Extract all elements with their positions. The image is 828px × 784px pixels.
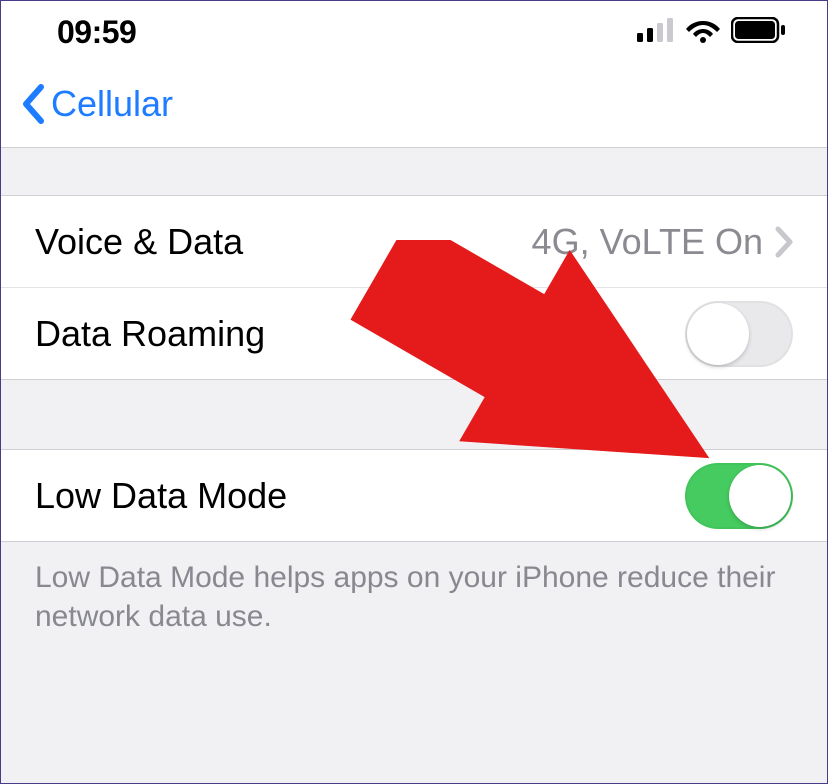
- row-data-roaming: Data Roaming: [1, 288, 827, 380]
- toggle-knob: [687, 303, 749, 365]
- back-chevron-icon[interactable]: [19, 83, 49, 125]
- battery-icon: [731, 17, 787, 48]
- status-bar: 09:59: [1, 1, 827, 65]
- status-icons: [637, 17, 787, 48]
- footer-help-text: Low Data Mode helps apps on your iPhone …: [1, 542, 827, 783]
- toggle-knob: [729, 465, 791, 527]
- settings-group-1: Voice & Data 4G, VoLTE On Data Roaming: [1, 196, 827, 380]
- settings-screen: 09:59: [0, 0, 828, 784]
- row-label: Low Data Mode: [35, 475, 287, 517]
- chevron-right-icon: [775, 226, 793, 258]
- back-label[interactable]: Cellular: [51, 83, 173, 125]
- row-right: 4G, VoLTE On: [532, 221, 793, 263]
- row-value: 4G, VoLTE On: [532, 221, 763, 263]
- row-label: Voice & Data: [35, 221, 243, 263]
- settings-group-2: Low Data Mode: [1, 450, 827, 542]
- status-time: 09:59: [57, 14, 136, 51]
- row-low-data-mode: Low Data Mode: [1, 450, 827, 542]
- row-label: Data Roaming: [35, 313, 265, 355]
- section-spacer: [1, 148, 827, 196]
- toggle-low-data-mode[interactable]: [685, 463, 793, 529]
- row-voice-and-data[interactable]: Voice & Data 4G, VoLTE On: [1, 196, 827, 288]
- cellular-signal-icon: [637, 18, 675, 47]
- section-spacer: [1, 380, 827, 450]
- wifi-icon: [685, 17, 721, 48]
- toggle-data-roaming[interactable]: [685, 301, 793, 367]
- nav-bar: Cellular: [1, 65, 827, 148]
